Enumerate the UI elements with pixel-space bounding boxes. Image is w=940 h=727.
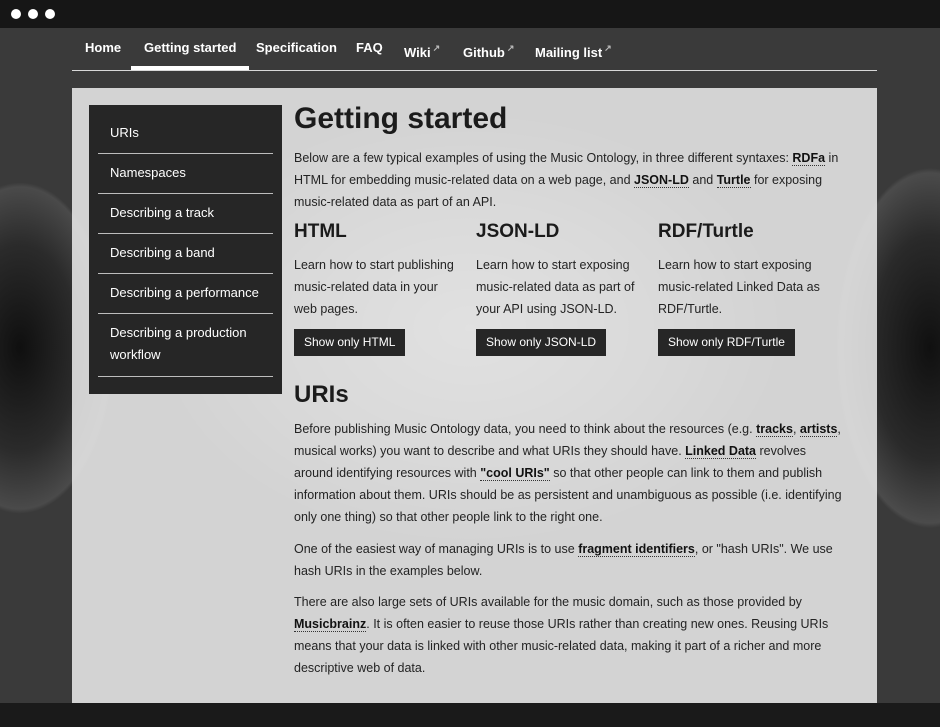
- json-ld-link[interactable]: JSON-LD: [634, 173, 689, 188]
- uris-paragraph-1: Before publishing Music Ontology data, y…: [294, 418, 846, 528]
- json-ld-heading: JSON-LD: [476, 221, 560, 242]
- nav-specification[interactable]: Specification: [256, 28, 337, 68]
- show-only-json-ld-button[interactable]: Show only JSON-LD: [476, 329, 607, 356]
- show-only-rdf-turtle-button[interactable]: Show only RDF/Turtle: [658, 329, 795, 356]
- nav-home[interactable]: Home: [85, 28, 121, 68]
- html-description: Learn how to start publishing music-rela…: [294, 258, 454, 316]
- sidebar-item-uris[interactable]: URIs: [98, 122, 273, 154]
- nav-github[interactable]: Github ↗: [463, 28, 514, 68]
- artists-link[interactable]: artists: [799, 422, 838, 437]
- nav-wiki[interactable]: Wiki ↗: [404, 28, 440, 68]
- rdfa-link[interactable]: RDFa: [792, 151, 826, 166]
- nav-wiki-label: Wiki: [404, 45, 431, 60]
- external-link-icon: ↗: [506, 43, 515, 53]
- linked-data-link[interactable]: Linked Data: [685, 444, 757, 459]
- tracks-link[interactable]: tracks: [756, 422, 793, 437]
- intro-text: and: [688, 173, 717, 187]
- uris-paragraph-3: There are also large sets of URIs availa…: [294, 591, 846, 679]
- window-control-dot[interactable]: [28, 9, 38, 19]
- paragraph-text: There are also large sets of URIs availa…: [294, 595, 802, 609]
- show-only-html-button[interactable]: Show only HTML: [294, 329, 406, 356]
- sidebar-item-describing-a-production-workflow[interactable]: Describing a production workflow: [98, 322, 273, 377]
- page-title: Getting started: [294, 102, 508, 135]
- paragraph-text: One of the easiest way of managing URIs …: [294, 542, 579, 556]
- paragraph-text: ,: [792, 422, 800, 436]
- nav-mailing-list[interactable]: Mailing list ↗: [535, 28, 612, 68]
- paragraph-text: Before publishing Music Ontology data, y…: [294, 422, 757, 436]
- nav-mailing-list-label: Mailing list: [535, 45, 603, 60]
- turtle-link[interactable]: Turtle: [716, 173, 751, 188]
- html-heading: HTML: [294, 221, 347, 242]
- nav-github-label: Github: [463, 45, 505, 60]
- intro-text: Below are a few typical examples of usin…: [294, 151, 793, 165]
- bottom-bar: [0, 703, 940, 727]
- sidebar-menu: URIs Namespaces Describing a track Descr…: [89, 105, 282, 394]
- uris-heading: URIs: [294, 381, 349, 408]
- cool-uris-link[interactable]: "cool URIs": [480, 466, 550, 481]
- top-navigation: Home Getting started Specification FAQ W…: [72, 28, 877, 71]
- intro-paragraph: Below are a few typical examples of usin…: [294, 147, 846, 213]
- window-control-dot[interactable]: [11, 9, 21, 19]
- rdf-turtle-description: Learn how to start exposing music-relate…: [658, 258, 820, 316]
- fragment-identifiers-link[interactable]: fragment identifiers: [578, 542, 695, 557]
- sidebar-item-describing-a-band[interactable]: Describing a band: [98, 242, 273, 274]
- external-link-icon: ↗: [432, 43, 441, 53]
- nav-getting-started[interactable]: Getting started: [130, 28, 251, 70]
- sidebar-item-namespaces[interactable]: Namespaces: [98, 162, 273, 194]
- window-control-dot[interactable]: [45, 9, 55, 19]
- sidebar-item-describing-a-track[interactable]: Describing a track: [98, 202, 273, 234]
- external-link-icon: ↗: [604, 43, 612, 53]
- rdf-turtle-heading: RDF/Turtle: [658, 221, 754, 242]
- sidebar-item-describing-a-performance[interactable]: Describing a performance: [98, 282, 273, 314]
- paragraph-text: . It is often easier to reuse those URIs…: [294, 617, 829, 675]
- window-titlebar: [0, 0, 940, 28]
- musicbrainz-link[interactable]: Musicbrainz: [294, 617, 367, 632]
- nav-faq[interactable]: FAQ: [356, 28, 383, 68]
- json-ld-description: Learn how to start exposing music-relate…: [476, 258, 635, 316]
- uris-paragraph-2: One of the easiest way of managing URIs …: [294, 538, 846, 582]
